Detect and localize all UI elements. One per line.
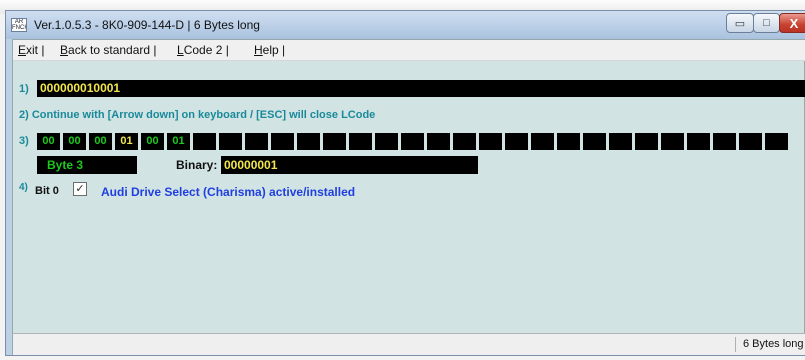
minimize-button[interactable]: ▭ <box>726 13 754 33</box>
step-3-number: 3) <box>19 135 29 147</box>
menu-bar: Exit | Back to standard | LCode 2 | Help… <box>13 40 805 61</box>
byte-cell-empty <box>505 133 528 150</box>
bit-label: Bit 0 <box>35 185 59 197</box>
coding-value-field[interactable]: 000000010001 <box>37 80 805 97</box>
byte-cell-empty <box>479 133 502 150</box>
window-title: Ver.1.0.5.3 - 8K0-909-144-D | 6 Bytes lo… <box>34 18 260 32</box>
binary-label: Binary: <box>176 158 218 172</box>
menu-back-to-standard[interactable]: Back to standard | <box>60 43 157 57</box>
byte-cell-empty <box>531 133 554 150</box>
byte-cell-empty <box>375 133 398 150</box>
byte-cell-empty <box>739 133 762 150</box>
byte-cell-empty <box>583 133 606 150</box>
selected-byte-label: Byte 3 <box>37 156 137 174</box>
byte-cell-empty <box>219 133 242 150</box>
step-1-number: 1) <box>19 83 29 95</box>
byte-cell-empty <box>635 133 658 150</box>
byte-cell-empty <box>323 133 346 150</box>
byte-cell-empty <box>245 133 268 150</box>
byte-cell-empty <box>765 133 788 150</box>
byte-cell-empty <box>609 133 632 150</box>
step-4-number: 4) <box>19 182 28 193</box>
status-byte-length: 6 Bytes long <box>743 338 804 350</box>
byte-cell-empty <box>297 133 320 150</box>
binary-value: 00000001 <box>224 158 278 172</box>
status-bar: 6 Bytes long <box>13 333 805 355</box>
byte-cell-5[interactable]: 01 <box>167 133 190 150</box>
byte-cell-empty <box>271 133 294 150</box>
check-mark-icon: ✓ <box>75 183 85 195</box>
menu-lcode2[interactable]: LCode 2 | <box>177 43 229 57</box>
menu-exit[interactable]: Exit | <box>18 43 44 57</box>
app-icon: AR FNCH <box>11 18 27 32</box>
close-button[interactable]: X <box>779 13 805 33</box>
byte-cell-empty <box>713 133 736 150</box>
byte-cell-empty <box>453 133 476 150</box>
byte-cell-4[interactable]: 00 <box>141 133 164 150</box>
title-bar[interactable]: AR FNCH Ver.1.0.5.3 - 8K0-909-144-D | 6 … <box>6 11 805 39</box>
byte-cell-2[interactable]: 00 <box>89 133 112 150</box>
lcode-window: AR FNCH Ver.1.0.5.3 - 8K0-909-144-D | 6 … <box>5 10 805 356</box>
status-divider <box>735 337 736 352</box>
bit-0-checkbox[interactable]: ✓ <box>73 182 87 196</box>
binary-value-field: 00000001 <box>221 156 478 174</box>
maximize-button[interactable]: □ <box>753 13 780 33</box>
byte-cell-empty <box>661 133 684 150</box>
step-2-instruction: 2) Continue with [Arrow down] on keyboar… <box>19 109 376 121</box>
client-area: Exit | Back to standard | LCode 2 | Help… <box>12 39 805 355</box>
bit-0-description[interactable]: Audi Drive Select (Charisma) active/inst… <box>101 185 355 199</box>
maximize-icon: □ <box>763 17 770 29</box>
byte-cell-1[interactable]: 00 <box>63 133 86 150</box>
byte-cell-0[interactable]: 00 <box>37 133 60 150</box>
menu-help[interactable]: Help | <box>254 43 285 57</box>
coding-value: 000000010001 <box>40 81 121 95</box>
close-icon: X <box>789 15 799 31</box>
byte-cell-empty <box>427 133 450 150</box>
byte-cell-empty <box>687 133 710 150</box>
byte-cell-empty <box>193 133 216 150</box>
byte-cell-empty <box>401 133 424 150</box>
byte-cell-empty <box>557 133 580 150</box>
minimize-icon: ▭ <box>734 17 746 30</box>
byte-cell-empty <box>349 133 372 150</box>
byte-cell-3[interactable]: 01 <box>115 133 138 150</box>
